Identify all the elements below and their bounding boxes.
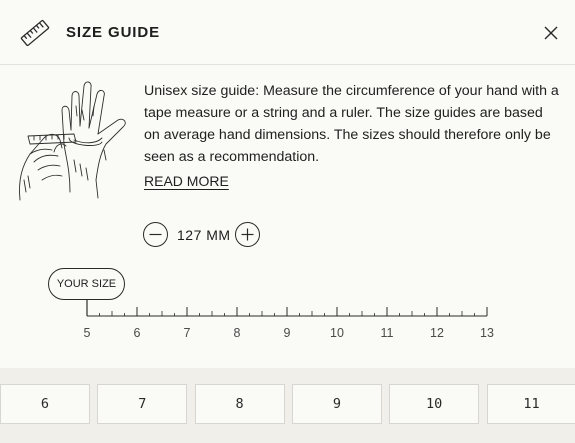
decrease-button[interactable]	[143, 222, 168, 247]
scale-tick-label: 13	[480, 326, 494, 340]
hands-measuring-illustration	[19, 81, 126, 201]
increase-button[interactable]	[235, 222, 260, 247]
scale-tick-label: 5	[84, 326, 91, 340]
scale-tick-label: 9	[284, 326, 291, 340]
size-option-9[interactable]: 9	[291, 384, 382, 424]
scale-tick-label: 10	[330, 326, 344, 340]
scale-tick-label: 12	[430, 326, 444, 340]
scale-tick-label: 11	[381, 326, 394, 340]
size-option-11[interactable]: 11	[486, 384, 575, 424]
minus-circle-icon	[149, 233, 162, 236]
size-scale: 5 6 7 8 9 10 11 12 13	[84, 299, 494, 340]
header: SIZE GUIDE	[0, 0, 575, 65]
size-guide-panel: SIZE GUIDE Unisex size guide: Measure th…	[0, 0, 575, 368]
size-option-6[interactable]: 6	[0, 384, 90, 424]
scale-tick-label: 6	[134, 326, 141, 340]
size-option-8[interactable]: 8	[194, 384, 285, 424]
size-option-7[interactable]: 7	[97, 384, 188, 424]
size-option-10[interactable]: 10	[389, 384, 480, 424]
close-icon[interactable]	[542, 24, 560, 42]
scale-tick-label: 7	[184, 326, 191, 340]
your-size-indicator: YOUR SIZE	[48, 268, 125, 300]
read-more-link[interactable]: READ MORE	[144, 173, 229, 189]
page-title: SIZE GUIDE	[66, 24, 161, 41]
ruler-icon	[20, 19, 50, 47]
measurement-value: 127 MM	[177, 227, 231, 243]
size-guide-description: Unisex size guide: Measure the circumfer…	[144, 83, 559, 165]
size-buttons-row: 6 7 8 9 10 11	[0, 384, 575, 424]
scale-tick-label: 8	[234, 326, 241, 340]
plus-circle-icon	[241, 228, 254, 241]
